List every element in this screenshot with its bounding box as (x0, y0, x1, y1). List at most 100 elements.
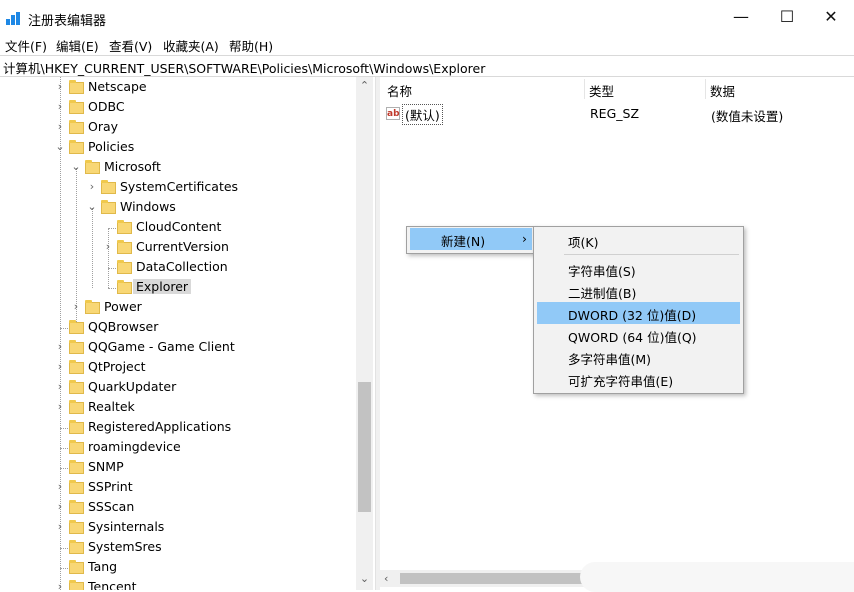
menu-edit[interactable]: 编辑(E) (56, 36, 99, 55)
tree-item[interactable]: › CurrentVersion (0, 238, 356, 258)
folder-icon (69, 560, 84, 574)
folder-icon (69, 500, 84, 514)
folder-icon (69, 520, 84, 534)
menu-item-dword-value[interactable]: DWORD (32 位)值(D) (537, 302, 740, 324)
scroll-left-icon[interactable]: ‹ (384, 570, 388, 587)
list-horizontal-scrollbar[interactable]: ‹ (380, 562, 854, 592)
tree-vertical-scrollbar[interactable]: ⌃ ⌄ (356, 77, 373, 590)
tree-item[interactable]: Tang (0, 558, 356, 578)
chevron-right-icon[interactable]: › (70, 300, 82, 314)
menu-file[interactable]: 文件(F) (5, 36, 47, 55)
tree-item[interactable]: Explorer (0, 278, 356, 298)
folder-icon (69, 540, 84, 554)
folder-icon (69, 480, 84, 494)
tree-item-label: Microsoft (104, 159, 161, 174)
chevron-right-icon[interactable]: › (54, 340, 66, 354)
menu-item-multi-string-value[interactable]: 多字符串值(M) (537, 346, 740, 368)
tree-item-label: Oray (88, 119, 119, 134)
tree-item[interactable]: ⌄ Windows (0, 198, 356, 218)
value-name-cell[interactable]: (默认) (402, 104, 443, 125)
scroll-down-icon[interactable]: ⌄ (356, 570, 373, 587)
menu-item-expandable-string-value[interactable]: 可扩充字符串值(E) (537, 368, 740, 390)
chevron-right-icon[interactable]: › (54, 520, 66, 534)
column-header-name[interactable]: 名称 (387, 81, 412, 100)
chevron-right-icon[interactable]: › (54, 100, 66, 114)
tree-item[interactable]: SystemSres (0, 538, 356, 558)
menu-item-label: 二进制值(B) (568, 286, 637, 301)
close-button[interactable]: ✕ (808, 0, 854, 34)
chevron-down-icon[interactable]: ⌄ (86, 200, 98, 214)
menu-view[interactable]: 查看(V) (109, 36, 152, 55)
string-value-icon: ab (386, 107, 400, 120)
address-bar[interactable]: 计算机\HKEY_CURRENT_USER\SOFTWARE\Policies\… (0, 55, 854, 77)
folder-icon (69, 340, 84, 354)
chevron-right-icon[interactable]: › (54, 80, 66, 94)
value-type-cell: REG_SZ (590, 106, 640, 121)
chevron-right-icon[interactable]: › (86, 180, 98, 194)
tree-item[interactable]: › ODBC (0, 98, 356, 118)
column-divider[interactable] (584, 79, 585, 99)
tree-connector (108, 228, 116, 229)
scroll-up-icon[interactable]: ⌃ (356, 77, 373, 94)
tree-item[interactable]: › Realtek (0, 398, 356, 418)
registry-editor-icon (6, 12, 20, 25)
chevron-right-icon[interactable]: › (54, 360, 66, 374)
folder-icon (117, 280, 132, 294)
tree-connector (60, 568, 68, 569)
tree-item[interactable]: ⌄ Policies (0, 138, 356, 158)
tree-item[interactable]: › QtProject (0, 358, 356, 378)
chevron-right-icon[interactable]: › (54, 480, 66, 494)
menu-item-binary-value[interactable]: 二进制值(B) (537, 280, 740, 302)
tree-item-label: SSPrint (88, 479, 133, 494)
chevron-down-icon[interactable]: ⌄ (70, 160, 82, 174)
tree-item[interactable]: › QQGame - Game Client (0, 338, 356, 358)
tree-item[interactable]: CloudContent (0, 218, 356, 238)
tree-item-label: SystemSres (88, 539, 162, 554)
menu-help[interactable]: 帮助(H) (229, 36, 273, 55)
folder-icon (69, 580, 84, 590)
tree-item[interactable]: › SystemCertificates (0, 178, 356, 198)
new-submenu: 项(K) 字符串值(S) 二进制值(B) DWORD (32 位)值(D) QW… (533, 226, 744, 394)
chevron-right-icon[interactable]: › (54, 380, 66, 394)
tree-item[interactable]: RegisteredApplications (0, 418, 356, 438)
maximize-button[interactable]: ☐ (764, 0, 810, 34)
tree-item[interactable]: › SSScan (0, 498, 356, 518)
chevron-right-icon[interactable]: › (102, 240, 114, 254)
chevron-right-icon[interactable]: › (54, 400, 66, 414)
tree-item[interactable]: › Power (0, 298, 356, 318)
column-header-data[interactable]: 数据 (710, 81, 735, 100)
tree-connector (60, 328, 68, 329)
tree-item[interactable]: ⌄ Microsoft (0, 158, 356, 178)
tree-item[interactable]: SNMP (0, 458, 356, 478)
tree-item[interactable]: › Sysinternals (0, 518, 356, 538)
key-tree[interactable]: › Netscape › ODBC › Oray ⌄ Policies ⌄ Microsoft › S… (0, 77, 374, 590)
tree-item[interactable]: roamingdevice (0, 438, 356, 458)
chevron-right-icon[interactable]: › (54, 120, 66, 134)
tree-item[interactable]: › Oray (0, 118, 356, 138)
column-header-type[interactable]: 类型 (589, 81, 614, 100)
menu-item-new[interactable]: 新建(N) › (410, 228, 532, 250)
chevron-right-icon[interactable]: › (54, 500, 66, 514)
menu-item-string-value[interactable]: 字符串值(S) (537, 258, 740, 280)
chevron-right-icon[interactable]: › (54, 580, 66, 590)
folder-icon (117, 220, 132, 234)
tree-item[interactable]: › QuarkUpdater (0, 378, 356, 398)
menu-item-key[interactable]: 项(K) (537, 229, 740, 251)
minimize-button[interactable]: — (718, 0, 764, 34)
tree-connector (60, 448, 68, 449)
tree-item[interactable]: › Netscape (0, 78, 356, 98)
tree-item[interactable]: QQBrowser (0, 318, 356, 338)
menu-item-qword-value[interactable]: QWORD (64 位)值(Q) (537, 324, 740, 346)
tree-item-label: SSScan (88, 499, 135, 514)
tree-item[interactable]: › SSPrint (0, 478, 356, 498)
chevron-down-icon[interactable]: ⌄ (54, 140, 66, 154)
folder-icon (69, 420, 84, 434)
scroll-thumb[interactable] (400, 573, 590, 584)
address-path[interactable]: 计算机\HKEY_CURRENT_USER\SOFTWARE\Policies\… (3, 58, 485, 77)
tree-item[interactable]: › Tencent (0, 578, 356, 590)
tree-item[interactable]: DataCollection (0, 258, 356, 278)
scroll-thumb[interactable] (358, 382, 371, 512)
menu-favorites[interactable]: 收藏夹(A) (163, 36, 219, 55)
column-divider[interactable] (705, 79, 706, 99)
folder-icon (117, 260, 132, 274)
